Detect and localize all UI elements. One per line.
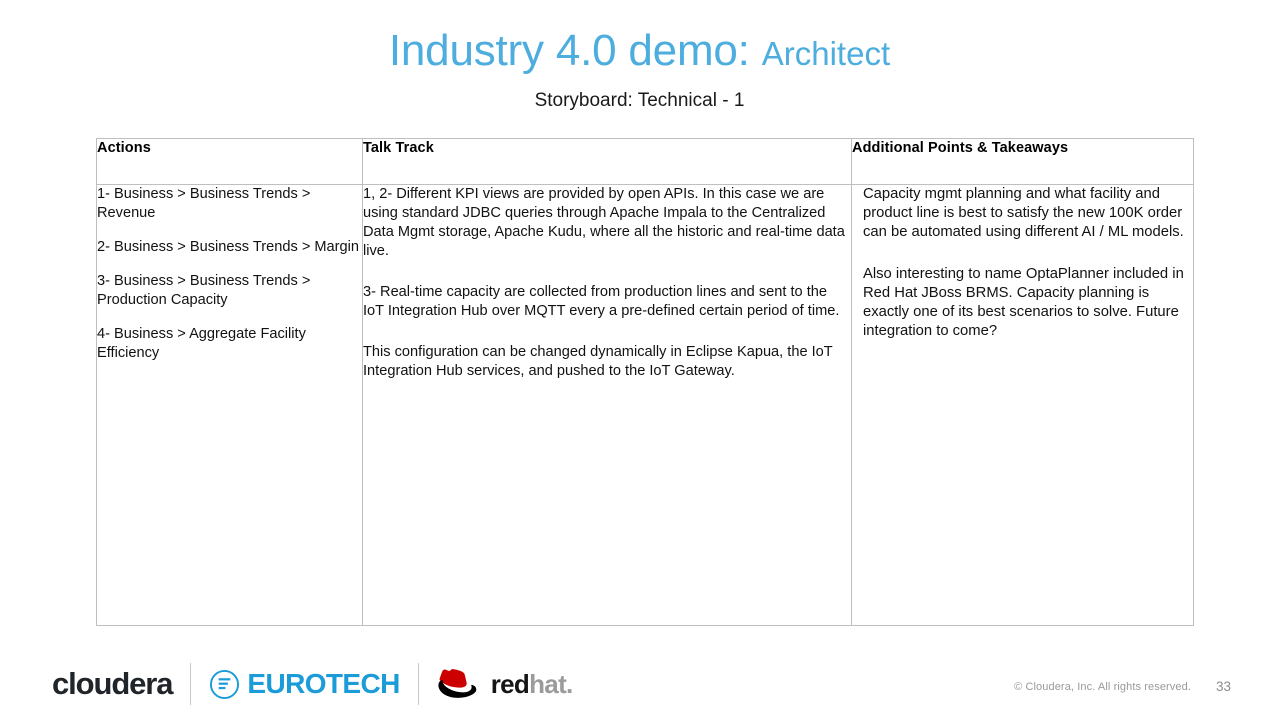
page-title-main: Industry 4.0 demo: [388, 26, 750, 75]
action-item-2: 2- Business > Business Trends > Margin [97, 239, 360, 255]
eurotech-wordmark: EUROTECH [247, 668, 400, 699]
slide-header: Industry 4.0 demo: Architect Storyboard:… [0, 0, 1279, 113]
redhat-wordmark-hat: hat. [529, 669, 573, 699]
column-header-actions-label: Actions [97, 140, 151, 156]
column-header-additional-points: Additional Points & Takeaways [851, 138, 1194, 185]
action-item-4: 4- Business > Aggregate Facility Efficie… [97, 326, 306, 361]
page-subtitle: Storyboard: Technical - 1 [534, 90, 745, 111]
page-title: Industry 4.0 demo: Architect [389, 26, 890, 79]
eurotech-circle-bars-icon [210, 669, 240, 699]
column-header-additional-points-label: Additional Points & Takeaways [852, 140, 1069, 156]
column-header-talk-track-label: Talk Track [363, 140, 434, 156]
cell-additional-points: Capacity mgmt planning and what facility… [851, 184, 1194, 626]
eurotech-logo: EUROTECH [191, 669, 417, 700]
column-header-actions: Actions [96, 138, 363, 185]
table-row: 1- Business > Business Trends > Revenue … [96, 184, 1194, 626]
partner-logo-strip: cloudera EUROTECH redhat. [52, 656, 591, 712]
redhat-shadowman-hat-icon [438, 669, 477, 698]
page-title-accent: Architect [761, 35, 891, 72]
column-header-talk-track: Talk Track [362, 138, 852, 185]
cloudera-logo: cloudera [52, 666, 174, 701]
cell-actions: 1- Business > Business Trends > Revenue … [96, 184, 363, 626]
talk-track-paragraph-2: 3- Real-time capacity are collected from… [363, 284, 840, 319]
slide-footer: cloudera EUROTECH redhat. © Cloudera, In… [0, 648, 1279, 719]
additional-point-paragraph-2: Also interesting to name OptaPlanner inc… [863, 265, 1184, 340]
storyboard-table: Actions Talk Track Additional Points & T… [96, 138, 1194, 626]
redhat-wordmark: redhat. [490, 669, 574, 699]
action-item-1: 1- Business > Business Trends > Revenue [97, 186, 311, 221]
action-item-3: 3- Business > Business Trends > Producti… [97, 273, 311, 308]
page-number: 33 [1215, 679, 1231, 694]
talk-track-paragraph-3: This configuration can be changed dynami… [363, 344, 833, 379]
talk-track-paragraph-1: 1, 2- Different KPI views are provided b… [363, 186, 845, 259]
copyright-text: © Cloudera, Inc. All rights reserved. [1014, 681, 1191, 693]
additional-point-paragraph-1: Capacity mgmt planning and what facility… [863, 186, 1184, 241]
table-header-row: Actions Talk Track Additional Points & T… [96, 138, 1194, 185]
redhat-wordmark-red: red [490, 669, 530, 699]
redhat-logo: redhat. [419, 667, 591, 701]
cell-talk-track: 1, 2- Different KPI views are provided b… [362, 184, 852, 626]
